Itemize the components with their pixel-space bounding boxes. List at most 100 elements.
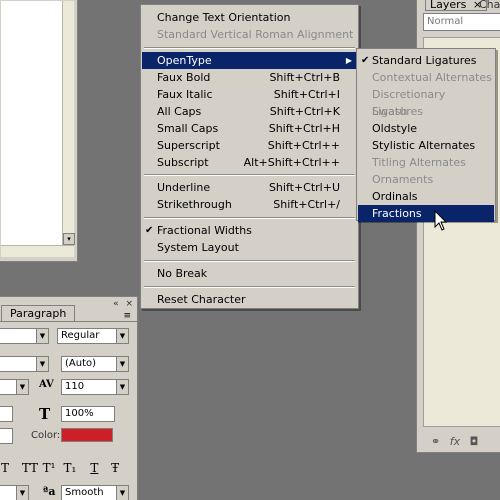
menu-item-reset-character[interactable]: Reset Character <box>142 291 357 308</box>
tracking-select[interactable]: 110 ▼ <box>61 379 129 395</box>
faux-bold-icon[interactable]: T <box>1 461 18 475</box>
menu-item-shortcut: Shift+Ctrl+U <box>268 181 340 194</box>
font-size-select[interactable]: ▼ <box>0 356 49 372</box>
menu-item-label: Stylistic Alternates <box>372 139 476 152</box>
menu-item-change-text-orientation[interactable]: Change Text Orientation <box>142 9 357 26</box>
panel-menu-icon[interactable]: ≡ <box>123 311 131 321</box>
menu-item-opentype[interactable]: OpenType ▶ <box>142 52 357 69</box>
menu-item-label: Titling Alternates <box>372 156 466 169</box>
menu-item-stylistic-alternates[interactable]: Stylistic Alternates <box>358 137 494 154</box>
menu-item-underline[interactable]: Underline Shift+Ctrl+U <box>142 179 357 196</box>
scale-field[interactable]: 100% <box>61 406 115 422</box>
menu-item-small-caps[interactable]: Small Caps Shift+Ctrl+H <box>142 120 357 137</box>
menu-item-standard-ligatures[interactable]: ✔ Standard Ligatures <box>358 52 494 69</box>
menu-item-label: Faux Italic <box>157 88 213 101</box>
menu-item-all-caps[interactable]: All Caps Shift+Ctrl+K <box>142 103 357 120</box>
menu-separator <box>144 260 355 262</box>
menu-item-label: Small Caps <box>157 122 219 135</box>
kerning-select[interactable]: ▼ <box>0 379 29 395</box>
menu-item-label: Contextual Alternates <box>372 71 492 84</box>
vertical-scale-left-field[interactable] <box>0 406 13 422</box>
menu-item-shortcut: Shift+Ctrl+K <box>269 105 340 118</box>
menu-item-label: Ornaments <box>372 173 434 186</box>
text-style-buttons: T TT T¹ T₁ T Ŧ <box>1 461 128 475</box>
chevron-down-icon: ▼ <box>116 486 128 500</box>
subscript-icon[interactable]: T₁ <box>63 461 80 475</box>
menu-item-label: Underline <box>157 181 211 194</box>
anti-alias-select[interactable]: Smooth ▼ <box>61 485 129 500</box>
vertical-scrollbar[interactable]: ▾ <box>62 1 75 245</box>
menu-item-shortcut: Shift+Ctrl+B <box>269 71 340 84</box>
chevron-down-icon: ▼ <box>16 380 28 394</box>
menu-item-no-break[interactable]: No Break <box>142 265 357 282</box>
baseline-shift-field[interactable] <box>0 428 13 444</box>
font-family-select[interactable]: ▼ <box>0 328 49 344</box>
menu-item-superscript[interactable]: Superscript Shift+Ctrl++ <box>142 137 357 154</box>
menu-item-faux-bold[interactable]: Faux Bold Shift+Ctrl+B <box>142 69 357 86</box>
scale-value: 100% <box>65 408 94 419</box>
menu-item-fractions[interactable]: Fractions <box>358 205 494 222</box>
menu-item-standard-vertical-roman-alignment[interactable]: Standard Vertical Roman Alignment <box>142 26 357 43</box>
menu-item-titling-alternates[interactable]: Titling Alternates <box>358 154 494 171</box>
horizontal-scrollbar[interactable] <box>1 245 74 257</box>
menu-item-ordinals[interactable]: Ordinals <box>358 188 494 205</box>
menu-item-label: OpenType <box>157 54 212 67</box>
menu-item-label: Reset Character <box>157 293 246 306</box>
chevron-down-icon: ▼ <box>36 357 48 371</box>
anti-alias-icon: ªa <box>43 485 56 498</box>
menu-item-shortcut: Shift+Ctrl+I <box>273 88 340 101</box>
menu-item-system-layout[interactable]: System Layout <box>142 239 357 256</box>
menu-item-discretionary-ligatures[interactable]: Discretionary Ligatures <box>358 86 494 118</box>
font-style-select[interactable]: Regular ▼ <box>57 328 129 344</box>
strikethrough-icon[interactable]: Ŧ <box>111 461 128 475</box>
superscript-icon[interactable]: T¹ <box>43 461 60 475</box>
link-icon[interactable]: ⚭ <box>431 435 440 448</box>
language-select[interactable]: ▼ <box>0 485 29 500</box>
leading-select[interactable]: (Auto) ▼ <box>61 356 129 372</box>
mask-icon[interactable]: ◘ <box>470 435 479 448</box>
menu-item-shortcut: Shift+Ctrl+H <box>268 122 340 135</box>
opentype-submenu: ✔ Standard Ligatures Contextual Alternat… <box>356 48 496 222</box>
menu-item-label: Standard Ligatures <box>372 54 477 67</box>
menu-item-oldstyle[interactable]: Oldstyle <box>358 120 494 137</box>
submenu-arrow-icon: ▶ <box>345 56 352 65</box>
menu-item-strikethrough[interactable]: Strikethrough Shift+Ctrl+/ <box>142 196 357 213</box>
type-options-menu: Change Text Orientation Standard Vertica… <box>140 4 359 309</box>
menu-item-shortcut: Shift+Ctrl+/ <box>273 198 340 211</box>
menu-separator <box>144 47 355 49</box>
close-icon[interactable]: × <box>125 299 133 309</box>
menu-item-label: Subscript <box>157 156 209 169</box>
menu-item-swash[interactable]: Swash <box>358 103 494 120</box>
menu-item-label: Faux Bold <box>157 71 211 84</box>
blend-mode-select[interactable]: Normal <box>423 13 500 31</box>
panel-divider <box>0 321 137 322</box>
document-window: ▾ <box>0 0 78 262</box>
document-canvas[interactable] <box>1 1 62 245</box>
collapse-icon[interactable]: « <box>113 299 119 309</box>
menu-item-contextual-alternates[interactable]: Contextual Alternates <box>358 69 494 86</box>
fx-icon[interactable]: fx <box>450 435 460 448</box>
menu-item-shortcut: Alt+Shift+Ctrl++ <box>243 156 340 169</box>
menu-item-label: Standard Vertical Roman Alignment <box>157 28 354 41</box>
anti-alias-value: Smooth <box>65 487 104 498</box>
tab-paragraph[interactable]: Paragraph <box>1 305 76 321</box>
menu-item-fractional-widths[interactable]: ✔ Fractional Widths <box>142 222 357 239</box>
menu-separator <box>144 286 355 288</box>
underline-icon[interactable]: T <box>90 461 107 475</box>
tab-channels[interactable]: Cha <box>479 0 500 11</box>
menu-item-faux-italic[interactable]: Faux Italic Shift+Ctrl+I <box>142 86 357 103</box>
menu-separator <box>144 217 355 219</box>
small-caps-icon[interactable]: TT <box>22 461 39 475</box>
color-swatch[interactable] <box>61 428 113 442</box>
panel-controls: « × <box>109 299 133 309</box>
menu-item-label: Oldstyle <box>372 122 418 135</box>
checkmark-icon: ✔ <box>145 225 154 236</box>
leading-value: (Auto) <box>65 358 97 369</box>
character-panel: « × Paragraph ≡ ▼ Regular ▼ ▼ (Auto) ▼ ▼… <box>0 296 138 500</box>
menu-item-ornaments[interactable]: Ornaments <box>358 171 494 188</box>
mouse-pointer-icon <box>434 210 448 231</box>
menu-item-label: Strikethrough <box>157 198 232 211</box>
menu-item-subscript[interactable]: Subscript Alt+Shift+Ctrl++ <box>142 154 357 171</box>
scroll-down-arrow-icon[interactable]: ▾ <box>63 233 75 245</box>
tab-layers[interactable]: Layers × <box>425 0 488 11</box>
